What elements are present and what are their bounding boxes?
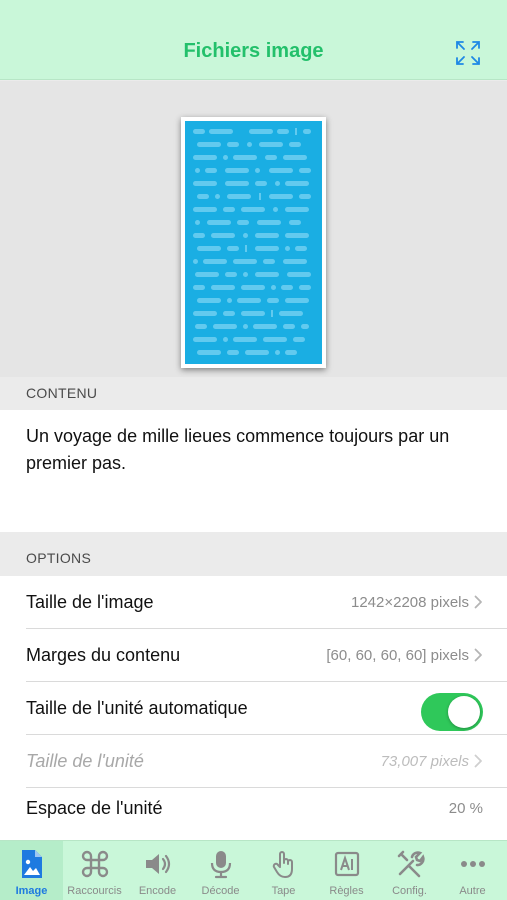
content-text[interactable]: Un voyage de mille lieues commence toujo… <box>26 423 466 477</box>
option-content-margins-row[interactable]: Marges du contenu [60, 60, 60, 60] pixel… <box>0 629 507 682</box>
tab-shortcuts[interactable]: Raccourcis <box>63 841 126 900</box>
option-value: [60, 60, 60, 60] pixels <box>326 647 469 664</box>
tab-rules[interactable]: Règles <box>315 841 378 900</box>
content-card[interactable]: Un voyage de mille lieues commence toujo… <box>0 410 507 532</box>
tab-more[interactable]: Autre <box>441 841 504 900</box>
rules-icon <box>334 851 359 877</box>
option-unit-size-row: Taille de l'unité 73,007 pixels <box>0 735 507 788</box>
chevron-right-icon <box>474 648 482 662</box>
content-section-header: CONTENU <box>26 385 98 401</box>
microphone-icon <box>210 851 231 879</box>
option-unit-spacing-row[interactable]: Espace de l'unité 20 % <box>0 788 507 841</box>
tab-image[interactable]: Image <box>0 841 63 900</box>
option-value: 20 % <box>448 800 483 817</box>
tab-decode[interactable]: Décode <box>189 841 252 900</box>
options-section-header: OPTIONS <box>26 550 92 566</box>
option-label: Taille de l'unité <box>26 751 144 771</box>
chevron-right-icon <box>474 595 482 609</box>
option-value: 73,007 pixels <box>380 753 469 770</box>
speaker-icon <box>145 854 170 874</box>
option-image-size-row[interactable]: Taille de l'image 1242×2208 pixels <box>0 576 507 629</box>
tab-tap[interactable]: Tape <box>252 841 315 900</box>
more-icon <box>460 861 485 867</box>
tab-bar: Image Raccourcis Encode Décode Tape Règl… <box>0 840 507 900</box>
toggle-knob <box>448 696 480 728</box>
image-file-icon <box>21 850 42 878</box>
navigation-bar: Fichiers image <box>0 0 507 80</box>
option-label: Espace de l'unité <box>26 798 163 818</box>
options-list: Taille de l'image 1242×2208 pixels Marge… <box>0 576 507 840</box>
tab-config[interactable]: Config. <box>378 841 441 900</box>
expand-button[interactable] <box>455 40 481 66</box>
option-label: Taille de l'unité automatique <box>26 698 248 718</box>
tools-icon <box>397 850 425 878</box>
auto-unit-size-toggle[interactable] <box>421 693 483 731</box>
command-icon <box>81 850 108 878</box>
chevron-right-icon <box>474 754 482 768</box>
option-value: 1242×2208 pixels <box>350 594 469 611</box>
option-label: Taille de l'image <box>26 592 154 612</box>
tab-encode[interactable]: Encode <box>126 841 189 900</box>
page-title: Fichiers image <box>183 40 324 62</box>
option-auto-unit-size-row: Taille de l'unité automatique <box>0 682 507 735</box>
hand-tap-icon <box>272 851 293 878</box>
option-label: Marges du contenu <box>26 645 181 665</box>
generated-image-preview[interactable] <box>181 117 326 368</box>
tab-label: Autre <box>459 885 486 897</box>
code-image <box>185 121 322 364</box>
image-preview-area <box>0 81 507 377</box>
expand-arrows-icon <box>456 41 480 65</box>
